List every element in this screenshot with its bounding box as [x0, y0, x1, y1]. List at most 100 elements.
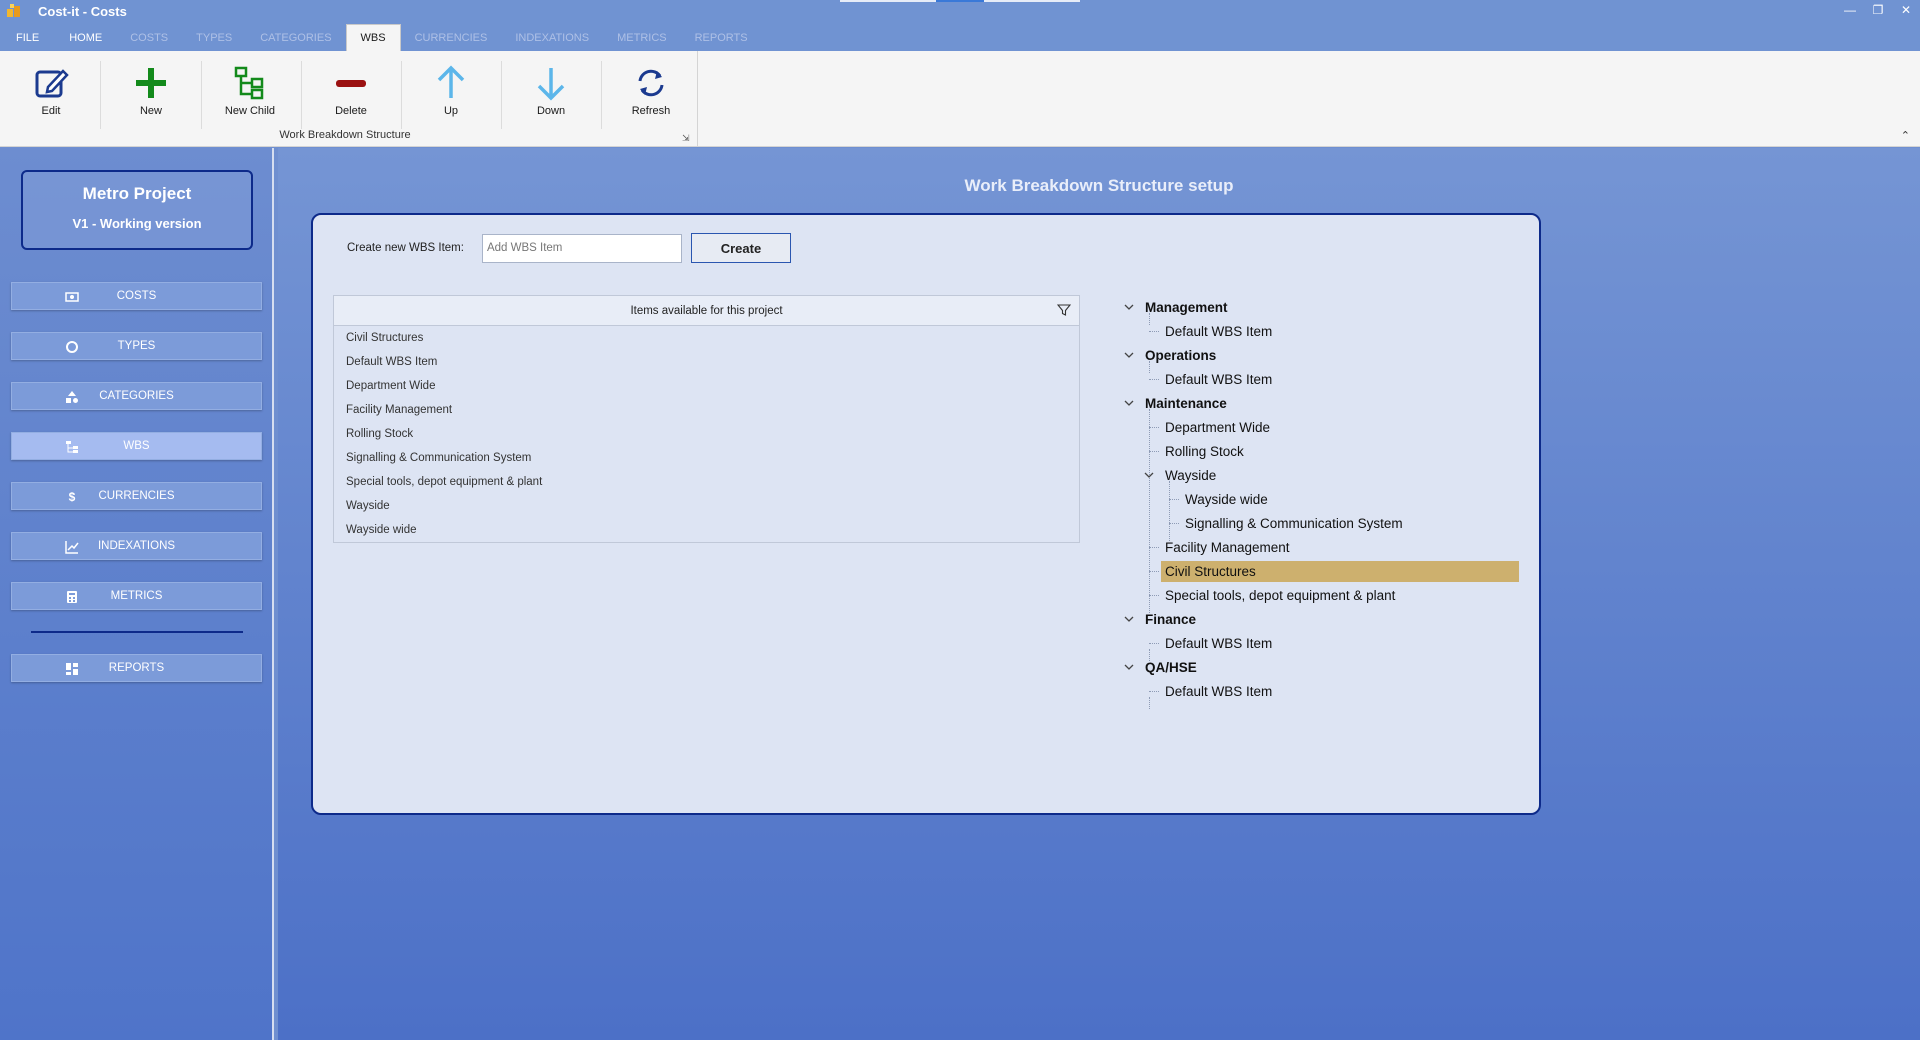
- tab-file[interactable]: FILE: [0, 24, 55, 51]
- trend-icon: [64, 539, 80, 555]
- tab-costs[interactable]: COSTS: [116, 24, 182, 51]
- tree-node-label: Operations: [1145, 347, 1217, 363]
- sidebar-item-types[interactable]: TYPES: [11, 332, 262, 360]
- tree-node-label: Wayside: [1165, 467, 1217, 483]
- dialog-launcher-icon[interactable]: ⇲: [682, 133, 690, 144]
- project-card: Metro Project V1 - Working version: [21, 170, 253, 250]
- tab-currencies[interactable]: CURRENCIES: [401, 24, 502, 51]
- tree-node-label: Civil Structures: [1161, 560, 1519, 582]
- dashboard-icon: [64, 661, 80, 677]
- tree-node-label: Facility Management: [1165, 539, 1290, 555]
- down-label: Down: [536, 105, 566, 117]
- create-button[interactable]: Create: [690, 233, 791, 263]
- sidebar-item-label: WBS: [123, 440, 150, 452]
- new-child-label: New Child: [224, 105, 276, 117]
- tab-metrics[interactable]: METRICS: [603, 24, 681, 51]
- list-item[interactable]: Facility Management: [334, 398, 1079, 422]
- tree-node[interactable]: Maintenance: [1123, 391, 1523, 415]
- tree-node[interactable]: Facility Management: [1123, 535, 1523, 559]
- tree-node-label: Default WBS Item: [1165, 635, 1273, 651]
- create-row: Create new WBS Item: Create: [347, 233, 791, 263]
- tree-node[interactable]: Special tools, depot equipment & plant: [1123, 583, 1523, 607]
- app-logo-icon: [7, 4, 20, 17]
- refresh-button[interactable]: Refresh: [611, 65, 691, 129]
- arrow-down-icon: [537, 68, 565, 101]
- tree-node[interactable]: Signalling & Communication System: [1123, 511, 1523, 535]
- delete-button[interactable]: Delete: [311, 65, 391, 129]
- new-child-button[interactable]: New Child: [210, 65, 290, 129]
- chevron-down-icon[interactable]: [1143, 469, 1155, 481]
- tree-node[interactable]: Rolling Stock: [1123, 439, 1523, 463]
- delete-label: Delete: [335, 105, 367, 117]
- tree-node[interactable]: Management: [1123, 295, 1523, 319]
- wbs-item-input[interactable]: [481, 233, 682, 263]
- tab-wbs[interactable]: WBS: [345, 24, 401, 51]
- list-item[interactable]: Department Wide: [334, 374, 1079, 398]
- collapse-ribbon-icon[interactable]: ⌃: [1901, 129, 1910, 142]
- sidebar-item-label: COSTS: [116, 290, 157, 302]
- up-button[interactable]: Up: [411, 65, 491, 129]
- tree-node[interactable]: Default WBS Item: [1123, 679, 1523, 703]
- ribbon-tabs: FILE HOME COSTS TYPES CATEGORIES WBS CUR…: [0, 22, 1920, 51]
- edit-icon: [35, 69, 69, 98]
- list-item[interactable]: Wayside: [334, 494, 1079, 518]
- tree-node-label: Special tools, depot equipment & plant: [1165, 587, 1396, 603]
- tree-node[interactable]: QA/HSE: [1123, 655, 1523, 679]
- refresh-icon: [638, 69, 664, 97]
- chevron-down-icon[interactable]: [1123, 397, 1135, 409]
- sidebar-item-currencies[interactable]: $ CURRENCIES: [11, 482, 262, 510]
- sidebar-item-metrics[interactable]: METRICS: [11, 582, 262, 610]
- shapes-icon: [64, 389, 80, 405]
- chevron-down-icon[interactable]: [1123, 349, 1135, 361]
- sidebar-item-label: METRICS: [110, 590, 163, 602]
- dollar-icon: $: [68, 490, 76, 504]
- tree-node[interactable]: Wayside: [1123, 463, 1523, 487]
- list-item[interactable]: Rolling Stock: [334, 422, 1079, 446]
- tree-node[interactable]: Department Wide: [1123, 415, 1523, 439]
- calculator-icon: [64, 589, 80, 605]
- tree-node-label: Wayside wide: [1185, 491, 1268, 507]
- chevron-down-icon[interactable]: [1123, 661, 1135, 673]
- tree-node[interactable]: Finance: [1123, 607, 1523, 631]
- tree-node[interactable]: Wayside wide: [1123, 487, 1523, 511]
- list-item[interactable]: Special tools, depot equipment & plant: [334, 470, 1079, 494]
- tab-reports[interactable]: REPORTS: [681, 24, 762, 51]
- sidebar-item-indexations[interactable]: INDEXATIONS: [11, 532, 262, 560]
- main-content: Work Breakdown Structure setup Create ne…: [278, 148, 1920, 1040]
- minimize-icon[interactable]: —: [1842, 2, 1858, 18]
- items-header-label: Items available for this project: [630, 304, 783, 317]
- tree-node-label: Signalling & Communication System: [1185, 515, 1403, 531]
- list-item[interactable]: Civil Structures: [334, 326, 1079, 350]
- close-icon[interactable]: ✕: [1898, 2, 1914, 18]
- sidebar-item-reports[interactable]: REPORTS: [11, 654, 262, 682]
- chevron-down-icon[interactable]: [1123, 613, 1135, 625]
- create-label: Create new WBS Item:: [347, 242, 464, 254]
- list-item[interactable]: Default WBS Item: [334, 350, 1079, 374]
- sidebar-item-label: TYPES: [117, 340, 156, 352]
- ribbon-body: Edit New New Child Delete Up Down Refres…: [0, 51, 1920, 147]
- tree-node-label: Management: [1145, 299, 1228, 315]
- restore-icon[interactable]: ❐: [1870, 2, 1886, 18]
- tree-node[interactable]: Default WBS Item: [1123, 631, 1523, 655]
- tree-node-selected[interactable]: Civil Structures: [1123, 559, 1523, 583]
- tab-types[interactable]: TYPES: [182, 24, 246, 51]
- tree-node[interactable]: Default WBS Item: [1123, 319, 1523, 343]
- chevron-down-icon[interactable]: [1123, 301, 1135, 313]
- tab-indexations[interactable]: INDEXATIONS: [501, 24, 603, 51]
- list-item[interactable]: Signalling & Communication System: [334, 446, 1079, 470]
- sidebar-item-wbs[interactable]: WBS: [11, 432, 262, 460]
- list-item[interactable]: Wayside wide: [334, 518, 1079, 542]
- tree-node[interactable]: Operations: [1123, 343, 1523, 367]
- tab-home[interactable]: HOME: [55, 24, 116, 51]
- minus-icon: [336, 80, 366, 87]
- tab-categories[interactable]: CATEGORIES: [246, 24, 345, 51]
- sidebar-item-categories[interactable]: CATEGORIES: [11, 382, 262, 410]
- page-title: Work Breakdown Structure setup: [964, 176, 1234, 195]
- new-button[interactable]: New: [111, 65, 191, 129]
- down-button[interactable]: Down: [511, 65, 591, 129]
- tree-node[interactable]: Default WBS Item: [1123, 367, 1523, 391]
- new-label: New: [139, 105, 162, 117]
- sidebar-item-costs[interactable]: COSTS: [11, 282, 262, 310]
- edit-button[interactable]: Edit: [11, 65, 91, 129]
- filter-icon[interactable]: [1057, 303, 1071, 317]
